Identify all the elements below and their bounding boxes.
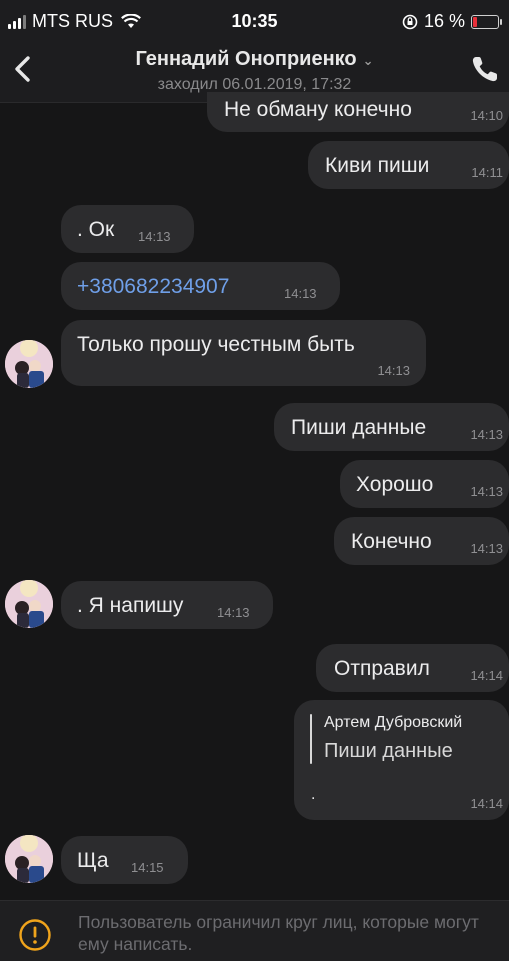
chevron-down-icon: ⌄ xyxy=(362,53,374,68)
warning-circle-icon xyxy=(19,919,51,951)
restriction-notice: Пользователь ограничил круг лиц, которые… xyxy=(0,900,509,961)
message-bubble-in[interactable]: . Я напишу 14:13 xyxy=(61,581,273,629)
message-time: 14:14 xyxy=(470,668,503,683)
message-time: 14:14 xyxy=(470,796,503,811)
reply-quote-text: Пиши данные xyxy=(324,740,453,762)
message-bubble-in[interactable]: Ща 14:15 xyxy=(61,836,188,884)
message-text: . xyxy=(311,786,316,803)
message-text: Киви пиши xyxy=(325,154,430,177)
message-time: 14:13 xyxy=(470,427,503,442)
message-time: 14:10 xyxy=(470,108,503,123)
message-time: 14:11 xyxy=(471,165,503,180)
avatar-image xyxy=(5,835,53,883)
message-text: Только прошу честным быть xyxy=(77,333,355,356)
message-bubble-in[interactable]: . Ок 14:13 xyxy=(61,205,194,253)
avatar-image xyxy=(5,580,53,628)
contact-avatar[interactable] xyxy=(5,580,53,628)
phone-number-link[interactable]: +380682234907 xyxy=(77,275,229,299)
battery-percent: 16 % xyxy=(423,11,465,31)
message-bubble-out[interactable]: Не обману конечно 14:10 xyxy=(207,92,509,132)
message-text: Конечно xyxy=(351,530,432,553)
contact-name-button[interactable]: Геннадий Оноприенко ⌄ xyxy=(0,48,509,71)
status-bar: MTS RUS 10:35 16 % xyxy=(0,0,509,40)
message-time: 14:13 xyxy=(138,229,171,244)
message-bubble-out[interactable]: Киви пиши 14:11 xyxy=(308,141,509,189)
message-bubble-out-reply[interactable]: Артем Дубровский Пиши данные . 14:14 xyxy=(294,700,509,820)
reply-quote-bar xyxy=(310,714,312,764)
message-text: . Ок xyxy=(77,218,115,241)
message-time: 14:13 xyxy=(470,541,503,556)
restriction-notice-text: Пользователь ограничил круг лиц, которые… xyxy=(78,912,479,954)
message-bubble-out[interactable]: Хорошо 14:13 xyxy=(340,460,509,508)
message-text: Не обману конечно xyxy=(224,98,412,121)
contact-avatar[interactable] xyxy=(5,835,53,883)
phone-icon[interactable] xyxy=(469,53,501,85)
message-text: Отправил xyxy=(334,657,430,680)
message-text: Хорошо xyxy=(356,473,434,496)
message-time: 14:13 xyxy=(284,286,317,301)
message-time: 14:13 xyxy=(470,484,503,499)
message-time: 14:15 xyxy=(131,860,164,875)
message-bubble-out[interactable]: Конечно 14:13 xyxy=(334,517,509,565)
avatar-image xyxy=(5,340,53,388)
battery-icon xyxy=(471,14,502,29)
message-text: . Я напишу xyxy=(77,594,184,617)
message-bubble-out[interactable]: Отправил 14:14 xyxy=(316,644,509,692)
message-bubble-in[interactable]: +380682234907 14:13 xyxy=(61,262,340,310)
contact-avatar[interactable] xyxy=(5,340,53,388)
message-bubble-in[interactable]: Только прошу честным быть 14:13 xyxy=(61,320,426,386)
status-right: 16 % xyxy=(402,11,502,32)
reply-author: Артем Дубровский xyxy=(324,714,463,731)
orientation-lock-icon xyxy=(402,14,418,29)
contact-name: Геннадий Оноприенко xyxy=(135,48,357,70)
message-text: Пиши данные xyxy=(291,416,427,439)
message-bubble-out[interactable]: Пиши данные 14:13 xyxy=(274,403,509,451)
message-time: 14:13 xyxy=(377,363,410,378)
message-text: Ща xyxy=(77,849,109,872)
message-time: 14:13 xyxy=(217,605,250,620)
